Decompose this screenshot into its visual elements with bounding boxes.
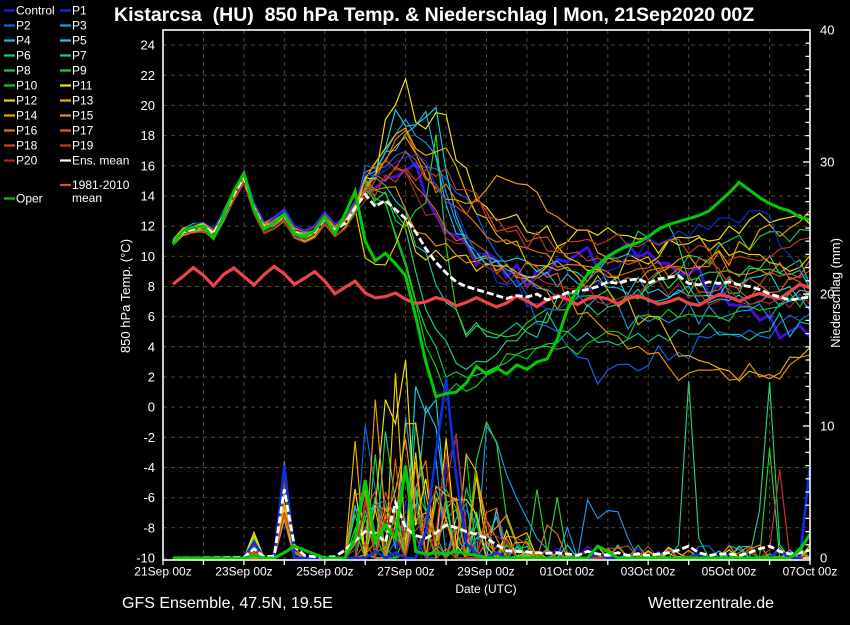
svg-text:Wetterzentrale.de: Wetterzentrale.de bbox=[648, 595, 774, 612]
svg-text:0: 0 bbox=[820, 551, 827, 566]
svg-text:24: 24 bbox=[141, 38, 155, 53]
svg-text:21Sep 00z: 21Sep 00z bbox=[134, 565, 191, 579]
svg-text:20: 20 bbox=[141, 98, 155, 113]
svg-text:8: 8 bbox=[148, 279, 155, 294]
svg-text:P16: P16 bbox=[16, 124, 38, 138]
svg-text:-10: -10 bbox=[136, 551, 155, 566]
svg-text:P14: P14 bbox=[16, 109, 38, 123]
svg-text:22: 22 bbox=[141, 68, 155, 83]
svg-text:18: 18 bbox=[141, 128, 155, 143]
svg-text:P5: P5 bbox=[72, 34, 87, 48]
svg-text:05Oct 00z: 05Oct 00z bbox=[702, 565, 757, 579]
svg-text:40: 40 bbox=[820, 23, 834, 38]
svg-text:Niederschlag (mm): Niederschlag (mm) bbox=[828, 238, 843, 348]
svg-text:1981-2010: 1981-2010 bbox=[72, 178, 130, 192]
svg-text:P8: P8 bbox=[16, 64, 31, 78]
svg-text:-8: -8 bbox=[143, 520, 155, 535]
svg-text:P19: P19 bbox=[72, 139, 94, 153]
svg-text:-2: -2 bbox=[143, 430, 155, 445]
svg-text:P18: P18 bbox=[16, 139, 38, 153]
svg-text:Oper: Oper bbox=[16, 192, 43, 206]
svg-text:10: 10 bbox=[820, 419, 834, 434]
svg-text:25Sep 00z: 25Sep 00z bbox=[296, 565, 353, 579]
svg-text:Control: Control bbox=[16, 4, 55, 18]
svg-text:4: 4 bbox=[148, 339, 155, 354]
svg-text:P2: P2 bbox=[16, 19, 31, 33]
svg-text:16: 16 bbox=[141, 158, 155, 173]
svg-text:850 hPa Temp. (°C): 850 hPa Temp. (°C) bbox=[118, 239, 133, 353]
svg-text:10: 10 bbox=[141, 249, 155, 264]
svg-text:Date (UTC): Date (UTC) bbox=[455, 582, 516, 596]
svg-text:P11: P11 bbox=[72, 79, 93, 93]
svg-text:-6: -6 bbox=[143, 490, 155, 505]
svg-text:P3: P3 bbox=[72, 19, 87, 33]
svg-text:01Oct 00z: 01Oct 00z bbox=[540, 565, 595, 579]
svg-text:Ens. mean: Ens. mean bbox=[72, 154, 129, 168]
svg-text:12: 12 bbox=[141, 219, 155, 234]
svg-text:P6: P6 bbox=[16, 49, 31, 63]
svg-text:0: 0 bbox=[148, 400, 155, 415]
svg-text:P15: P15 bbox=[72, 109, 94, 123]
svg-text:P7: P7 bbox=[72, 49, 87, 63]
svg-text:07Oct 00z: 07Oct 00z bbox=[783, 565, 838, 579]
svg-text:30: 30 bbox=[820, 155, 834, 170]
svg-text:P17: P17 bbox=[72, 124, 94, 138]
svg-text:27Sep 00z: 27Sep 00z bbox=[377, 565, 434, 579]
svg-text:03Oct 00z: 03Oct 00z bbox=[621, 565, 676, 579]
svg-text:P13: P13 bbox=[72, 94, 94, 108]
svg-text:23Sep 00z: 23Sep 00z bbox=[215, 565, 272, 579]
svg-text:-4: -4 bbox=[143, 460, 155, 475]
svg-text:Kistarcsa (HU) 850 hPa Temp.: Kistarcsa (HU) 850 hPa Temp. & Niedersch… bbox=[114, 4, 754, 26]
svg-text:2: 2 bbox=[148, 370, 155, 385]
svg-text:P10: P10 bbox=[16, 79, 38, 93]
svg-text:P1: P1 bbox=[72, 4, 87, 18]
svg-text:GFS Ensemble, 47.5N, 19.5E: GFS Ensemble, 47.5N, 19.5E bbox=[122, 595, 333, 612]
svg-text:P12: P12 bbox=[16, 94, 38, 108]
svg-text:P4: P4 bbox=[16, 34, 31, 48]
svg-text:P20: P20 bbox=[16, 154, 38, 168]
svg-text:mean: mean bbox=[72, 191, 102, 205]
svg-text:29Sep 00z: 29Sep 00z bbox=[457, 565, 514, 579]
svg-text:P9: P9 bbox=[72, 64, 87, 78]
svg-text:14: 14 bbox=[141, 188, 155, 203]
svg-text:6: 6 bbox=[148, 309, 155, 324]
